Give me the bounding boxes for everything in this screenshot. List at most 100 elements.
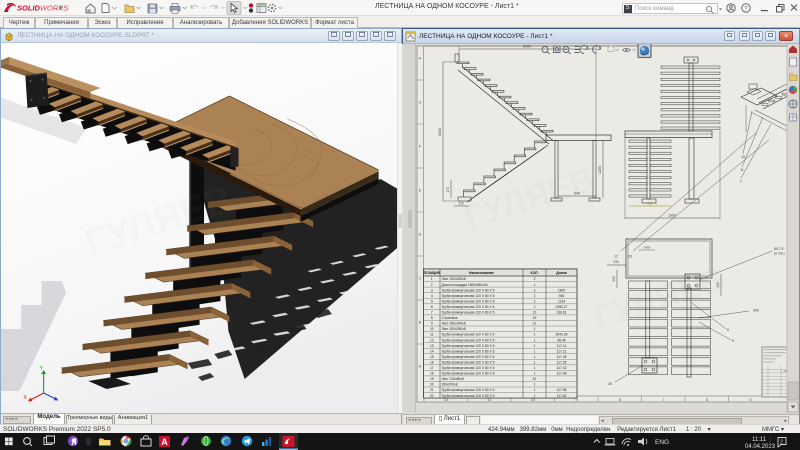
- svg-text:А4: А4: [783, 369, 787, 373]
- svg-text:10: 10: [430, 327, 434, 331]
- svg-text:11: 11: [740, 168, 744, 172]
- svg-text:240: 240: [613, 260, 619, 264]
- svg-text:Труба прямоугольная 120 X 80: Труба прямоугольная 120 X 80 X 5: [442, 338, 495, 342]
- svg-text:1: 1: [534, 366, 536, 370]
- svg-text:117.42: 117.42: [557, 366, 567, 370]
- svg-text:9: 9: [431, 322, 433, 326]
- svg-text:C: C: [419, 276, 422, 281]
- svg-text:2353.27: 2353.27: [556, 305, 568, 309]
- svg-text:117.48: 117.48: [557, 372, 567, 376]
- svg-text:Ступенька: Ступенька: [442, 316, 458, 320]
- svg-text:(4 отв.): (4 отв.): [774, 252, 785, 256]
- svg-text:H: H: [419, 56, 422, 61]
- svg-text:1: 1: [534, 361, 536, 365]
- svg-text:21: 21: [533, 322, 537, 326]
- svg-text:22: 22: [430, 394, 434, 398]
- svg-text:1: 1: [431, 277, 433, 281]
- svg-text:8: 8: [431, 316, 433, 320]
- svg-text:26: 26: [608, 382, 612, 386]
- svg-text:117.62: 117.62: [557, 394, 567, 398]
- svg-text:42: 42: [533, 377, 537, 381]
- svg-text:19: 19: [533, 316, 537, 320]
- svg-text:14: 14: [430, 349, 434, 353]
- svg-text:1: 1: [534, 327, 536, 331]
- svg-text:2: 2: [780, 440, 783, 446]
- svg-text:Труба прямоугольная 120 X 80: Труба прямоугольная 120 X 80 X 5: [442, 305, 495, 309]
- svg-text:7: 7: [431, 311, 433, 315]
- svg-text:98.46: 98.46: [557, 338, 565, 342]
- svg-text:Труба прямоугольная 120 X 80: Труба прямоугольная 120 X 80 X 5: [442, 366, 495, 370]
- svg-text:Труба прямоугольная 120 X 80: Труба прямоугольная 120 X 80 X 5: [442, 372, 495, 376]
- svg-text:1: 1: [534, 344, 536, 348]
- svg-text:117.55: 117.55: [557, 388, 567, 392]
- svg-text:9: 9: [732, 339, 734, 343]
- svg-text:A: A: [161, 437, 168, 447]
- svg-text:Наименование: Наименование: [469, 271, 494, 275]
- svg-text:B: B: [419, 320, 422, 325]
- svg-text:Труба прямоугольная 120 X 80: Труба прямоугольная 120 X 80 X 5: [442, 394, 495, 398]
- svg-text:1: 1: [534, 338, 536, 342]
- svg-text:1: 1: [534, 383, 536, 387]
- svg-text:Труба прямоугольная 120 X 80: Труба прямоугольная 120 X 80 X 5: [442, 349, 495, 353]
- svg-text:Лист 200х200х8: Лист 200х200х8: [442, 322, 466, 326]
- svg-text:Труба прямоугольная 120 X 80: Труба прямоугольная 120 X 80 X 5: [442, 344, 495, 348]
- svg-text:650: 650: [647, 202, 653, 206]
- svg-text:2: 2: [534, 294, 536, 298]
- svg-text:2: 2: [534, 305, 536, 309]
- svg-text:117.21: 117.21: [557, 349, 567, 353]
- svg-text:3: 3: [431, 288, 433, 292]
- svg-text:1: 1: [534, 333, 536, 337]
- svg-text:Труба прямоугольная 120 X 80: Труба прямоугольная 120 X 80 X 5: [442, 299, 495, 303]
- svg-text:1: 1: [534, 394, 536, 398]
- svg-text:26: 26: [628, 255, 632, 259]
- svg-text:500: 500: [753, 309, 759, 313]
- svg-text:4: 4: [431, 294, 433, 298]
- svg-text:1200: 1200: [598, 166, 602, 174]
- svg-text:1: 1: [534, 355, 536, 359]
- svg-text:2: 2: [534, 277, 536, 281]
- svg-text:10: 10: [533, 311, 537, 315]
- svg-text:10: 10: [741, 155, 745, 159]
- svg-text:21: 21: [430, 388, 434, 392]
- svg-text:1: 1: [534, 349, 536, 353]
- svg-text:2: 2: [431, 283, 433, 287]
- svg-text:Ø17.5: Ø17.5: [774, 247, 783, 251]
- svg-text:1: 1: [534, 372, 536, 376]
- svg-text:КОЛ.: КОЛ.: [531, 271, 539, 275]
- svg-text:1900: 1900: [558, 288, 566, 292]
- svg-text:170: 170: [446, 187, 450, 193]
- svg-text:Труба прямоугольная 120 X 80: Труба прямоугольная 120 X 80 X 5: [442, 294, 495, 298]
- svg-text:Труба прямоугольная 120 X 80: Труба прямоугольная 120 X 80 X 5: [442, 311, 495, 315]
- svg-text:2: 2: [534, 299, 536, 303]
- svg-text:Лист 200х250х8: Лист 200х250х8: [442, 327, 466, 331]
- svg-text:1: 1: [534, 388, 536, 392]
- svg-text:3000: 3000: [438, 128, 442, 136]
- svg-text:5: 5: [431, 299, 433, 303]
- svg-text:?: ?: [744, 6, 748, 13]
- svg-text:2643.39: 2643.39: [556, 333, 568, 337]
- svg-text:Лист 210х80х8: Лист 210х80х8: [442, 377, 465, 381]
- svg-text:Труба прямоугольная 120 X 80: Труба прямоугольная 120 X 80 X 5: [442, 355, 495, 359]
- svg-text:136.81: 136.81: [556, 311, 566, 315]
- svg-text:2: 2: [534, 288, 536, 292]
- svg-text:1: 1: [740, 179, 742, 183]
- svg-text:ПОЗИЦИЯ: ПОЗИЦИЯ: [424, 271, 441, 275]
- svg-text:117.14: 117.14: [557, 344, 567, 348]
- svg-text:Труба прямоугольная 120 X 80: Труба прямоугольная 120 X 80 X 5: [442, 388, 495, 392]
- svg-text:117.28: 117.28: [557, 355, 567, 359]
- svg-text:11: 11: [430, 333, 434, 337]
- svg-text:A: A: [419, 364, 422, 369]
- svg-text:12: 12: [614, 255, 618, 259]
- svg-text:Длина: Длина: [556, 271, 567, 275]
- svg-text:Лист 200х200х8: Лист 200х200х8: [442, 277, 466, 281]
- svg-text:Труба прямоугольная 120 X 80: Труба прямоугольная 120 X 80 X 5: [442, 361, 495, 365]
- svg-text:Труба прямоугольная 120 X 80: Труба прямоугольная 120 X 80 X 5: [442, 288, 495, 292]
- svg-text:15: 15: [430, 355, 434, 359]
- svg-text:16: 16: [430, 361, 434, 365]
- svg-text:117.35: 117.35: [557, 361, 567, 365]
- svg-text:11:11: 11:11: [752, 437, 767, 443]
- svg-text:Труба прямоугольная 120 X 80: Труба прямоугольная 120 X 80 X 5: [442, 333, 495, 337]
- svg-text:250х200х8: 250х200х8: [442, 383, 458, 387]
- svg-text:1: 1: [534, 283, 536, 287]
- svg-text:8: 8: [727, 328, 729, 332]
